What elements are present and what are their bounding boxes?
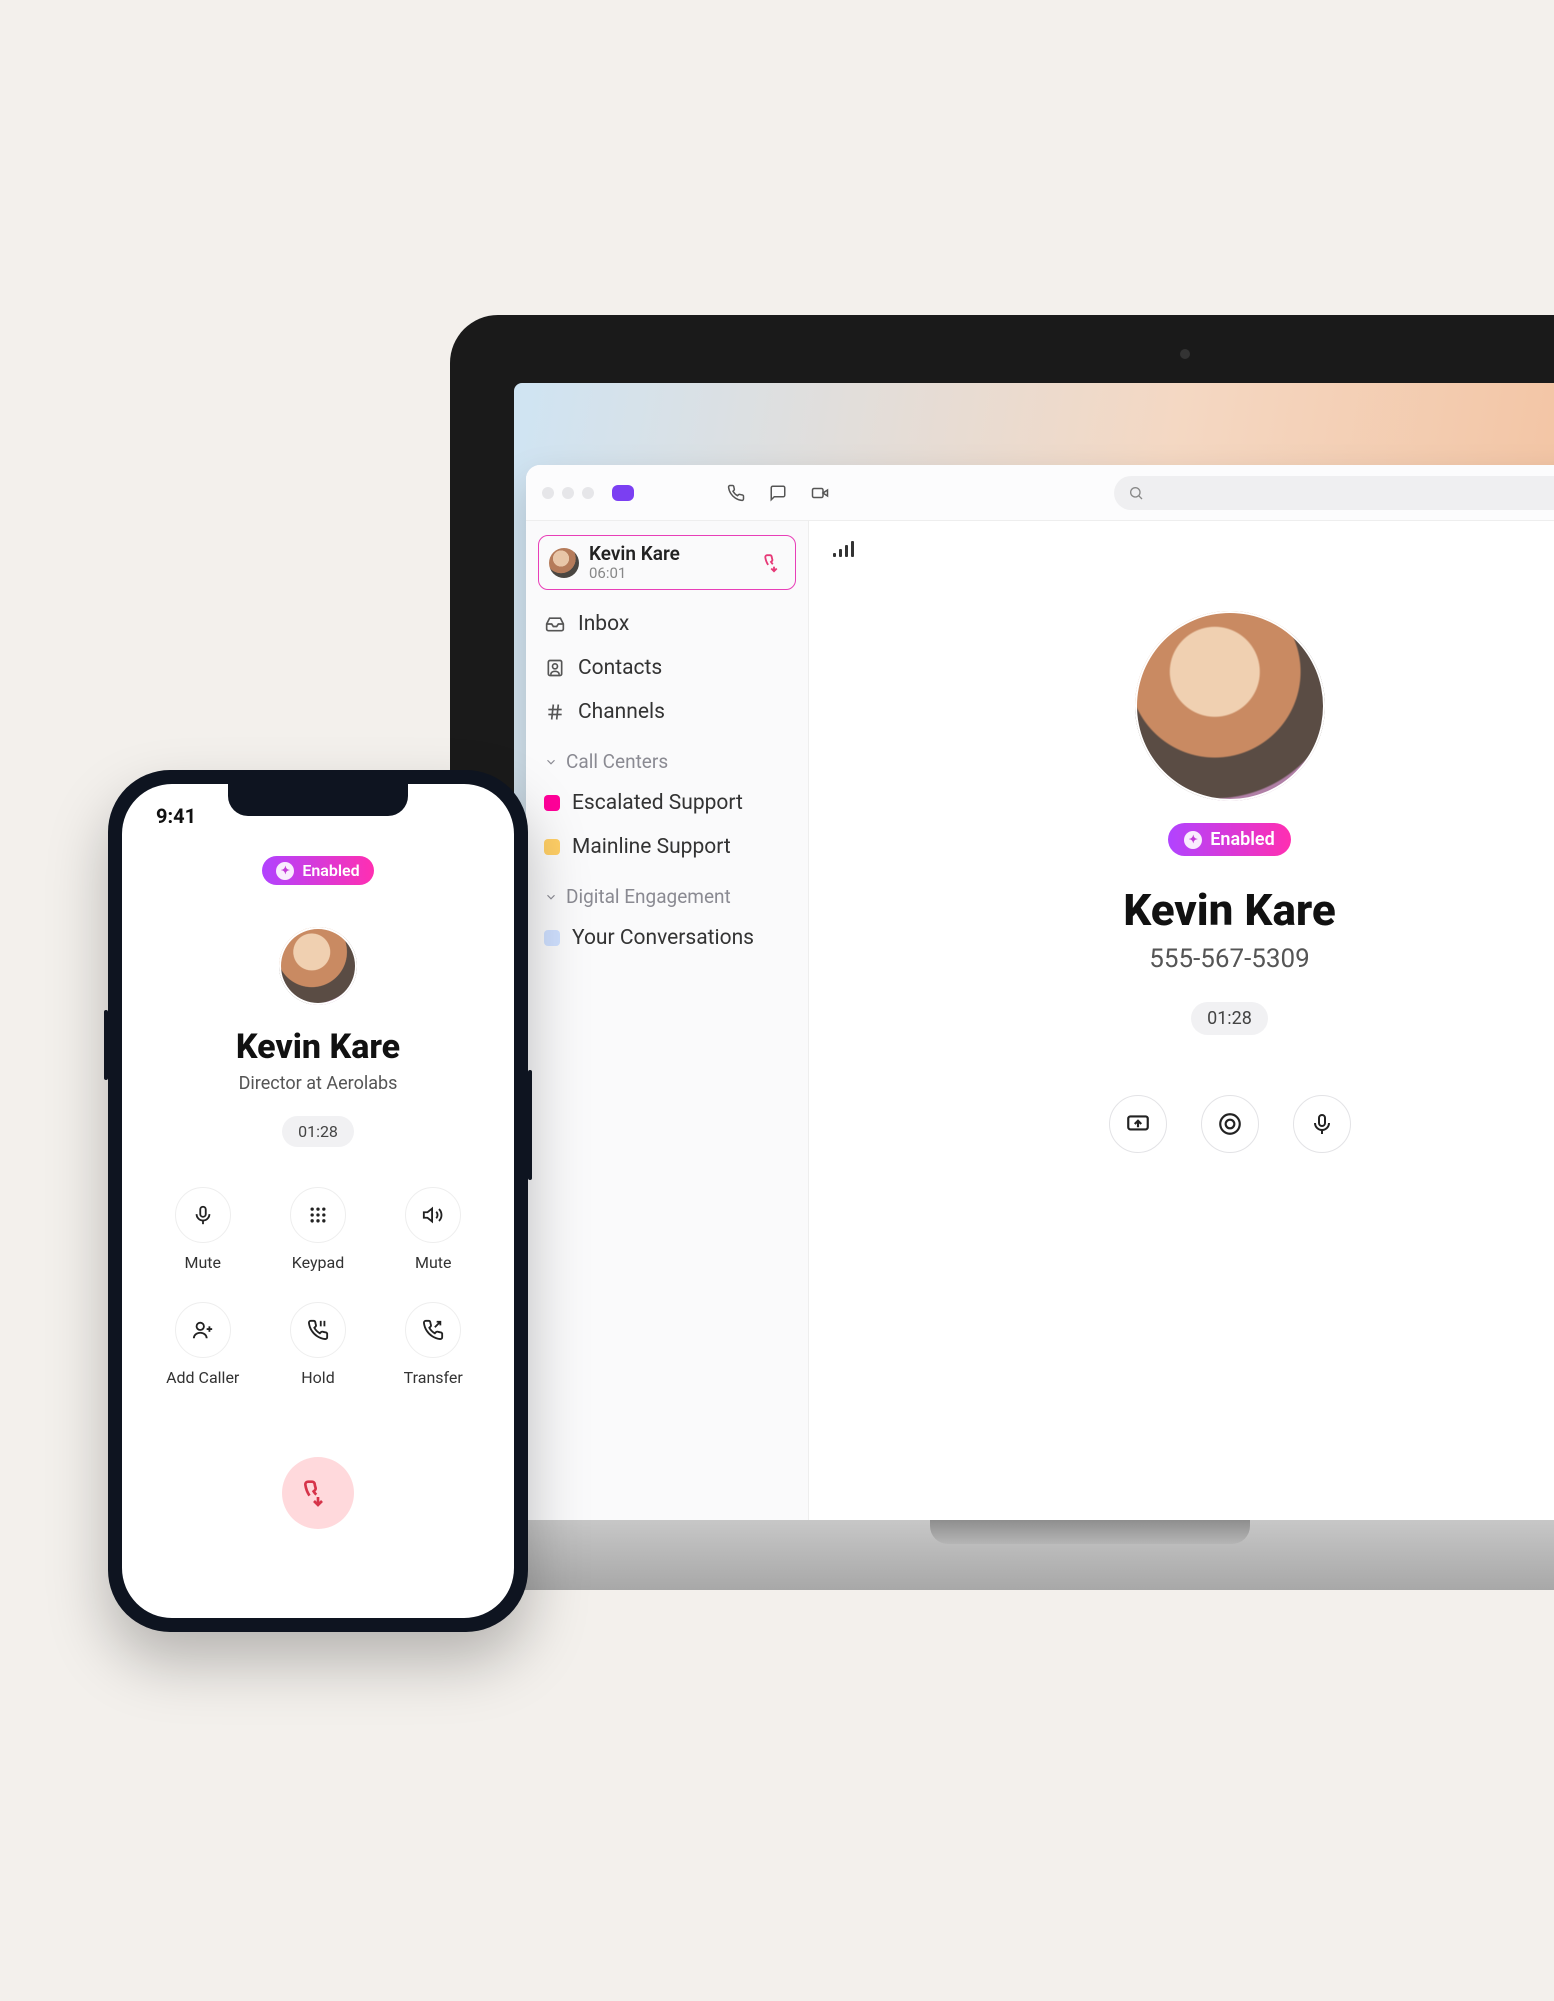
app-window: Kevin Kare 06:01 Inbox [526, 465, 1554, 1520]
mute-control[interactable]: Mute [166, 1187, 239, 1272]
add-caller-control[interactable]: Add Caller [166, 1302, 239, 1387]
ai-enabled-badge: ✦ Enabled [262, 856, 373, 885]
sidebar-item-label: Escalated Support [572, 791, 743, 815]
sidebar-item-label: Your Conversations [572, 926, 754, 950]
laptop-camera [1180, 349, 1190, 359]
active-call-card[interactable]: Kevin Kare 06:01 [538, 535, 796, 590]
section-title: Call Centers [566, 750, 668, 773]
brand-logo [612, 485, 634, 501]
call-timer: 01:28 [282, 1116, 354, 1147]
keypad-control[interactable]: Keypad [281, 1187, 354, 1272]
hangup-icon [302, 1477, 334, 1509]
control-label: Mute [397, 1253, 470, 1272]
close-dot[interactable] [542, 487, 554, 499]
inbox-icon [544, 613, 566, 635]
control-label: Keypad [281, 1253, 354, 1272]
laptop-hinge-notch [930, 1520, 1250, 1544]
record-button[interactable] [1201, 1095, 1259, 1153]
hangup-button[interactable] [282, 1457, 354, 1529]
window-titlebar [526, 465, 1554, 521]
color-chip-icon [544, 839, 560, 855]
badge-label: Enabled [1210, 829, 1275, 850]
section-call-centers[interactable]: Call Centers [538, 736, 796, 779]
chevron-down-icon [544, 755, 558, 769]
search-icon [1128, 485, 1144, 501]
laptop-bezel: Kevin Kare 06:01 Inbox [450, 315, 1554, 1520]
speaker-control[interactable]: Mute [397, 1187, 470, 1272]
call-controls-grid: Mute Keypad Mute Add Caller Hold Transfe… [166, 1187, 470, 1387]
control-label: Add Caller [166, 1368, 239, 1387]
sidebar-item-label: Contacts [578, 656, 662, 680]
chevron-down-icon [544, 890, 558, 904]
color-chip-icon [544, 795, 560, 811]
phone-notch [228, 784, 408, 816]
section-title: Digital Engagement [566, 885, 731, 908]
sidebar-item-label: Channels [578, 700, 665, 724]
sidebar-item-your-conversations[interactable]: Your Conversations [538, 918, 796, 958]
avatar [549, 548, 579, 578]
sidebar-item-label: Mainline Support [572, 835, 731, 859]
transfer-icon [422, 1319, 444, 1341]
hold-icon [307, 1319, 329, 1341]
phone-screen: 9:41 ✦ Enabled Kevin Kare Director at Ae… [122, 784, 514, 1618]
video-icon[interactable] [806, 479, 834, 507]
caller-name: Kevin Kare [236, 1027, 400, 1067]
status-bar-time: 9:41 [156, 804, 196, 828]
caller-role: Director at Aerolabs [239, 1073, 398, 1094]
section-digital-engagement[interactable]: Digital Engagement [538, 871, 796, 914]
active-call-duration: 06:01 [589, 565, 753, 582]
control-label: Hold [281, 1368, 354, 1387]
search-input[interactable] [1114, 476, 1554, 510]
caller-name: Kevin Kare [1123, 884, 1336, 936]
sidebar-item-contacts[interactable]: Contacts [538, 648, 796, 688]
signal-strength-icon [833, 541, 854, 557]
caller-avatar [279, 927, 357, 1005]
ai-icon: ✦ [1184, 831, 1202, 849]
call-actions [1109, 1095, 1351, 1153]
laptop-device: Kevin Kare 06:01 Inbox [450, 315, 1554, 1590]
hold-control[interactable]: Hold [281, 1302, 354, 1387]
chat-icon[interactable] [764, 479, 792, 507]
sidebar-item-inbox[interactable]: Inbox [538, 604, 796, 644]
active-call-name: Kevin Kare [589, 544, 753, 565]
keypad-icon [308, 1205, 328, 1225]
speaker-icon [421, 1204, 445, 1226]
window-controls[interactable] [542, 487, 594, 499]
mute-button[interactable] [1293, 1095, 1351, 1153]
sidebar-item-mainline[interactable]: Mainline Support [538, 827, 796, 867]
caller-phone-number: 555-567-5309 [1149, 944, 1310, 974]
caller-avatar [1135, 611, 1325, 801]
zoom-dot[interactable] [582, 487, 594, 499]
sidebar: Kevin Kare 06:01 Inbox [526, 521, 809, 1520]
sidebar-item-channels[interactable]: Channels [538, 692, 796, 732]
share-screen-button[interactable] [1109, 1095, 1167, 1153]
ai-enabled-badge: ✦ Enabled [1168, 823, 1291, 856]
badge-label: Enabled [302, 861, 359, 880]
call-timer: 01:28 [1191, 1002, 1268, 1035]
control-label: Mute [166, 1253, 239, 1272]
hangup-icon[interactable] [763, 552, 785, 574]
mic-icon [192, 1204, 214, 1226]
phone-device: 9:41 ✦ Enabled Kevin Kare Director at Ae… [108, 770, 528, 1632]
call-main-pane: ✦ Enabled Kevin Kare 555-567-5309 01:28 [809, 521, 1554, 1520]
hash-icon [544, 701, 566, 723]
transfer-control[interactable]: Transfer [397, 1302, 470, 1387]
minimize-dot[interactable] [562, 487, 574, 499]
ai-icon: ✦ [276, 862, 294, 880]
contacts-icon [544, 657, 566, 679]
phone-icon[interactable] [722, 479, 750, 507]
sidebar-item-escalated[interactable]: Escalated Support [538, 783, 796, 823]
laptop-wallpaper: Kevin Kare 06:01 Inbox [514, 383, 1554, 1520]
sidebar-item-label: Inbox [578, 612, 629, 636]
control-label: Transfer [397, 1368, 470, 1387]
color-chip-icon [544, 930, 560, 946]
add-user-icon [191, 1319, 215, 1341]
